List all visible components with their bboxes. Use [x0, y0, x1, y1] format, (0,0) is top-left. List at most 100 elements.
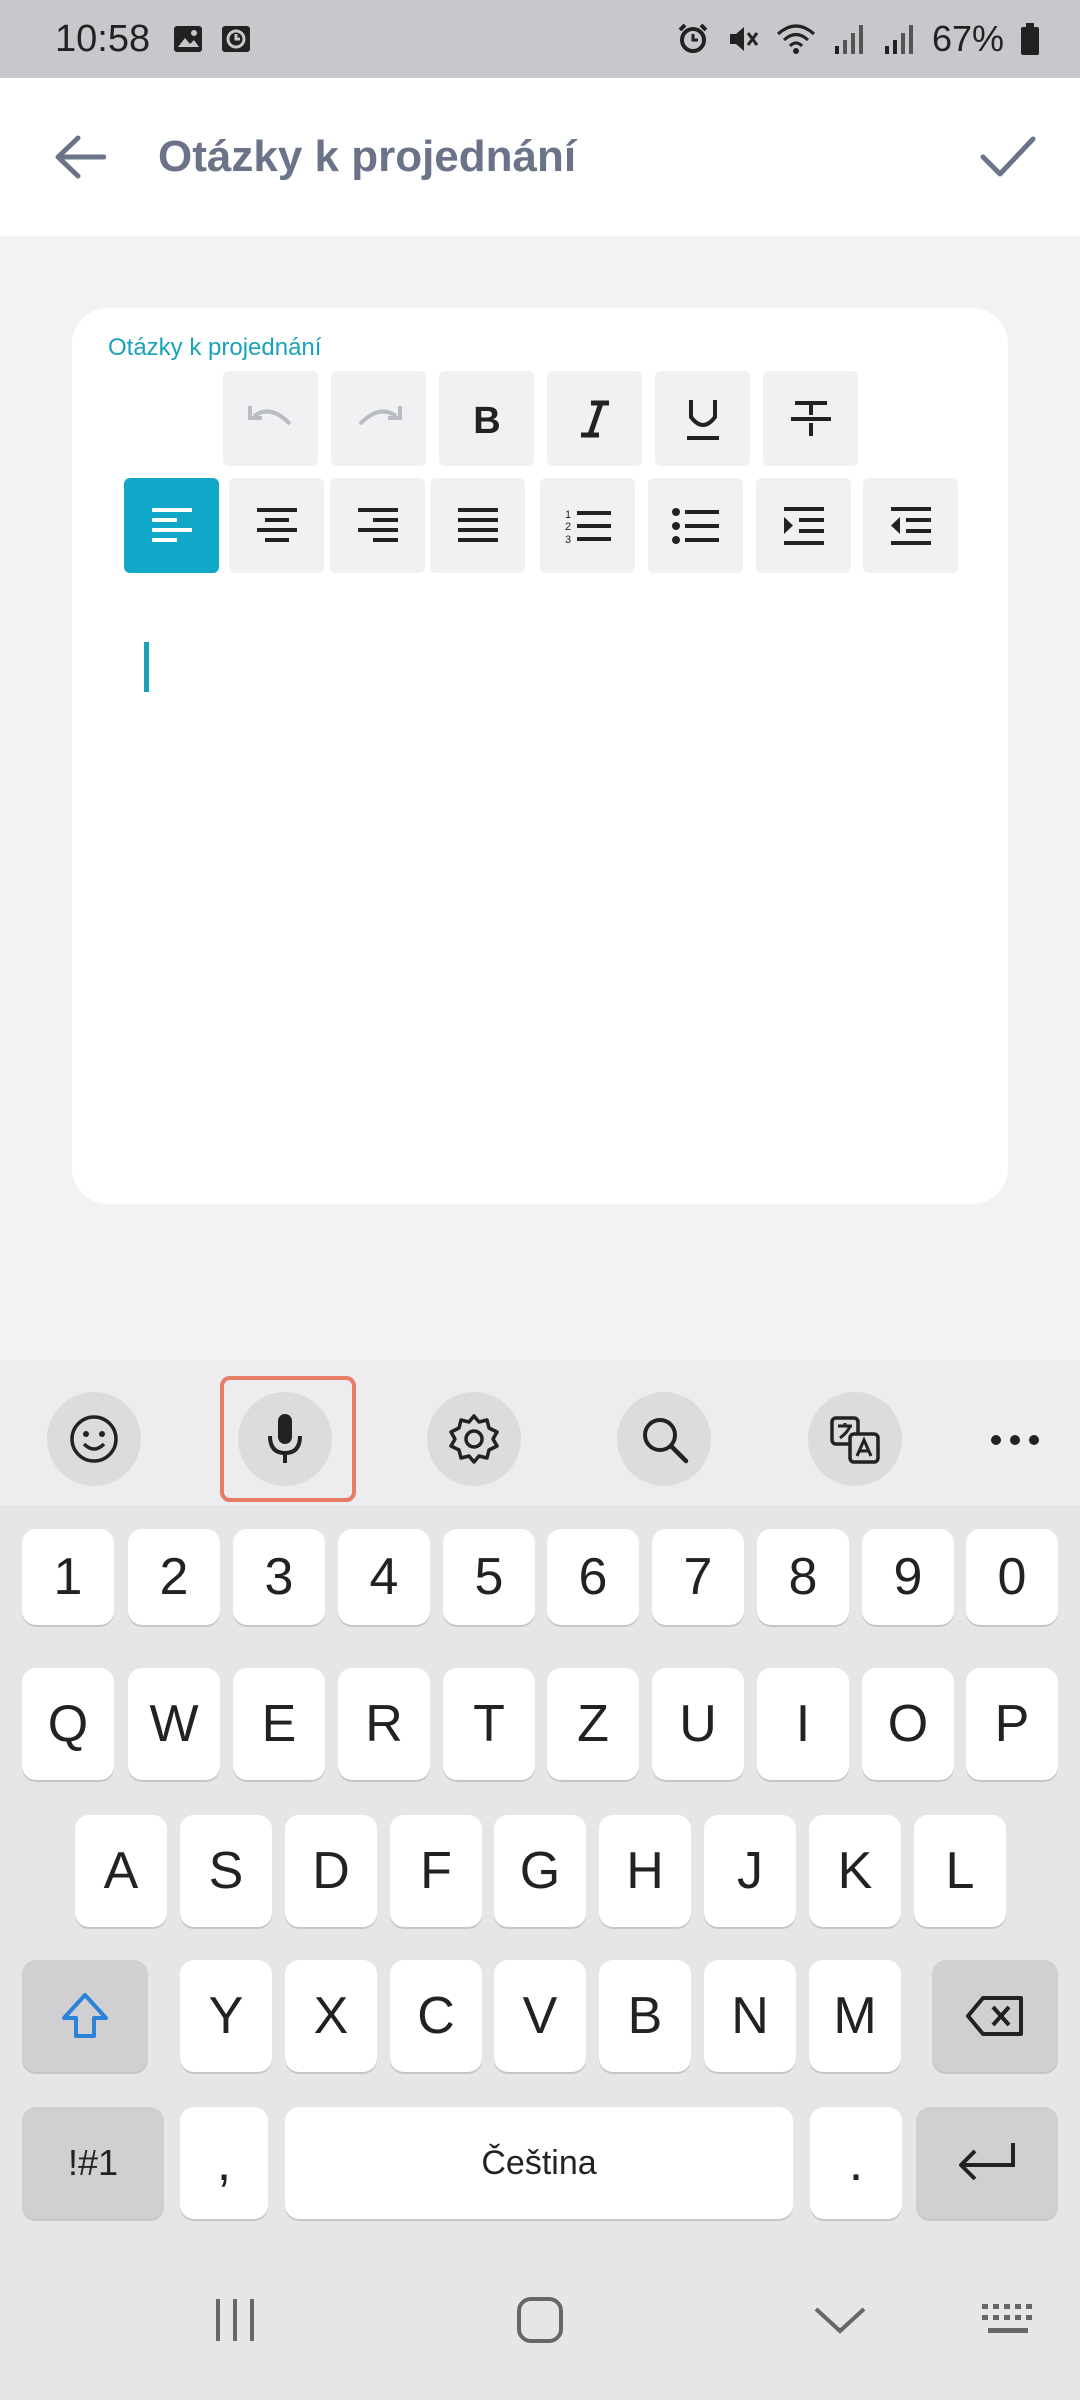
key-2[interactable]: 2	[128, 1529, 220, 1625]
redo-icon	[358, 405, 402, 425]
key-9[interactable]: 9	[862, 1529, 954, 1625]
status-bar: 10:58 67%	[0, 0, 1080, 78]
back-button[interactable]	[50, 127, 110, 187]
comma-key[interactable]: ,	[180, 2107, 268, 2219]
emoji-button[interactable]	[47, 1392, 141, 1486]
key-w[interactable]: W	[128, 1668, 220, 1780]
align-justify-icon	[457, 507, 498, 542]
redo-button[interactable]	[331, 371, 426, 466]
keyboard-toolbar	[0, 1360, 1080, 1505]
key-r[interactable]: R	[338, 1668, 430, 1780]
key-n[interactable]: N	[704, 1960, 796, 2072]
symbols-key[interactable]: !#1	[22, 2107, 164, 2219]
page-title: Otázky k projednání	[158, 132, 577, 181]
field-label: Otázky k projednání	[108, 334, 322, 361]
key-0[interactable]: 0	[966, 1529, 1058, 1625]
key-m[interactable]: M	[809, 1960, 901, 2072]
key-k[interactable]: K	[809, 1815, 901, 1927]
key-c[interactable]: C	[390, 1960, 482, 2072]
key-3[interactable]: 3	[233, 1529, 325, 1625]
keyboard-icon	[982, 2304, 1032, 2333]
key-p[interactable]: P	[966, 1668, 1058, 1780]
key-6[interactable]: 6	[547, 1529, 639, 1625]
italic-button[interactable]	[547, 371, 642, 466]
key-l[interactable]: L	[914, 1815, 1006, 1927]
alarm-icon	[678, 23, 708, 53]
check-icon	[980, 136, 1036, 177]
svg-text:B: B	[473, 400, 500, 439]
align-right-icon	[357, 507, 398, 542]
key-g[interactable]: G	[494, 1815, 586, 1927]
search-button[interactable]	[617, 1392, 711, 1486]
key-4[interactable]: 4	[338, 1529, 430, 1625]
bold-button[interactable]: B	[439, 371, 534, 466]
key-v[interactable]: V	[494, 1960, 586, 2072]
svg-text:3: 3	[565, 534, 571, 546]
chevron-down-icon	[814, 2307, 866, 2334]
key-o[interactable]: O	[862, 1668, 954, 1780]
hide-keyboard-button[interactable]	[810, 2290, 870, 2350]
outdent-icon	[890, 506, 931, 545]
app-bar: Otázky k projednání	[0, 78, 1080, 236]
key-8[interactable]: 8	[757, 1529, 849, 1625]
period-key[interactable]: .	[810, 2107, 902, 2219]
key-q[interactable]: Q	[22, 1668, 114, 1780]
key-h[interactable]: H	[599, 1815, 691, 1927]
translate-icon	[830, 1416, 880, 1464]
more-icon	[991, 1435, 1039, 1445]
search-icon	[643, 1418, 689, 1464]
keyboard-switch-button[interactable]	[975, 2290, 1045, 2350]
key-i[interactable]: I	[757, 1668, 849, 1780]
svg-text:1: 1	[565, 509, 571, 521]
key-d[interactable]: D	[285, 1815, 377, 1927]
key-u[interactable]: U	[652, 1668, 744, 1780]
outdent-button[interactable]	[863, 478, 958, 573]
more-button[interactable]	[985, 1420, 1045, 1460]
align-left-button[interactable]	[124, 478, 219, 573]
battery-icon	[1021, 23, 1039, 55]
key-7[interactable]: 7	[652, 1529, 744, 1625]
align-center-button[interactable]	[229, 478, 324, 573]
bullet-list-button[interactable]	[648, 478, 743, 573]
home-button[interactable]	[510, 2290, 570, 2350]
key-b[interactable]: B	[599, 1960, 691, 2072]
key-j[interactable]: J	[704, 1815, 796, 1927]
arrow-left-icon	[55, 135, 106, 179]
key-s[interactable]: S	[180, 1815, 272, 1927]
key-f[interactable]: F	[390, 1815, 482, 1927]
align-right-button[interactable]	[330, 478, 425, 573]
recent-apps-button[interactable]	[205, 2290, 265, 2350]
align-justify-button[interactable]	[430, 478, 525, 573]
space-key[interactable]: Čeština	[285, 2107, 793, 2219]
key-a[interactable]: A	[75, 1815, 167, 1927]
indent-button[interactable]	[756, 478, 851, 573]
key-e[interactable]: E	[233, 1668, 325, 1780]
key-y[interactable]: Y	[180, 1960, 272, 2072]
keyboard-settings-button[interactable]	[427, 1392, 521, 1486]
key-x[interactable]: X	[285, 1960, 377, 2072]
wifi-icon	[776, 24, 815, 54]
signal-icon	[834, 25, 863, 54]
shift-key[interactable]	[22, 1960, 148, 2072]
ordered-list-button[interactable]: 123	[540, 478, 635, 573]
undo-button[interactable]	[223, 371, 318, 466]
home-icon	[517, 2297, 563, 2343]
strikethrough-button[interactable]	[763, 371, 858, 466]
undo-icon	[247, 405, 291, 425]
save-button[interactable]	[976, 125, 1040, 189]
translate-button[interactable]	[808, 1392, 902, 1486]
underline-button[interactable]	[655, 371, 750, 466]
backspace-key[interactable]	[932, 1960, 1058, 2072]
ordered-list-icon: 123	[565, 509, 611, 546]
key-t[interactable]: T	[443, 1668, 535, 1780]
enter-key[interactable]	[916, 2107, 1058, 2219]
key-5[interactable]: 5	[443, 1529, 535, 1625]
key-1[interactable]: 1	[22, 1529, 114, 1625]
shift-icon	[62, 1993, 108, 2038]
key-z[interactable]: Z	[547, 1668, 639, 1780]
strikethrough-icon	[790, 400, 831, 436]
text-cursor[interactable]	[144, 642, 149, 692]
editor-card: Otázky k projednání B 123	[72, 308, 1008, 1204]
gallery-notification-icon	[174, 26, 203, 52]
mute-icon	[729, 27, 759, 51]
